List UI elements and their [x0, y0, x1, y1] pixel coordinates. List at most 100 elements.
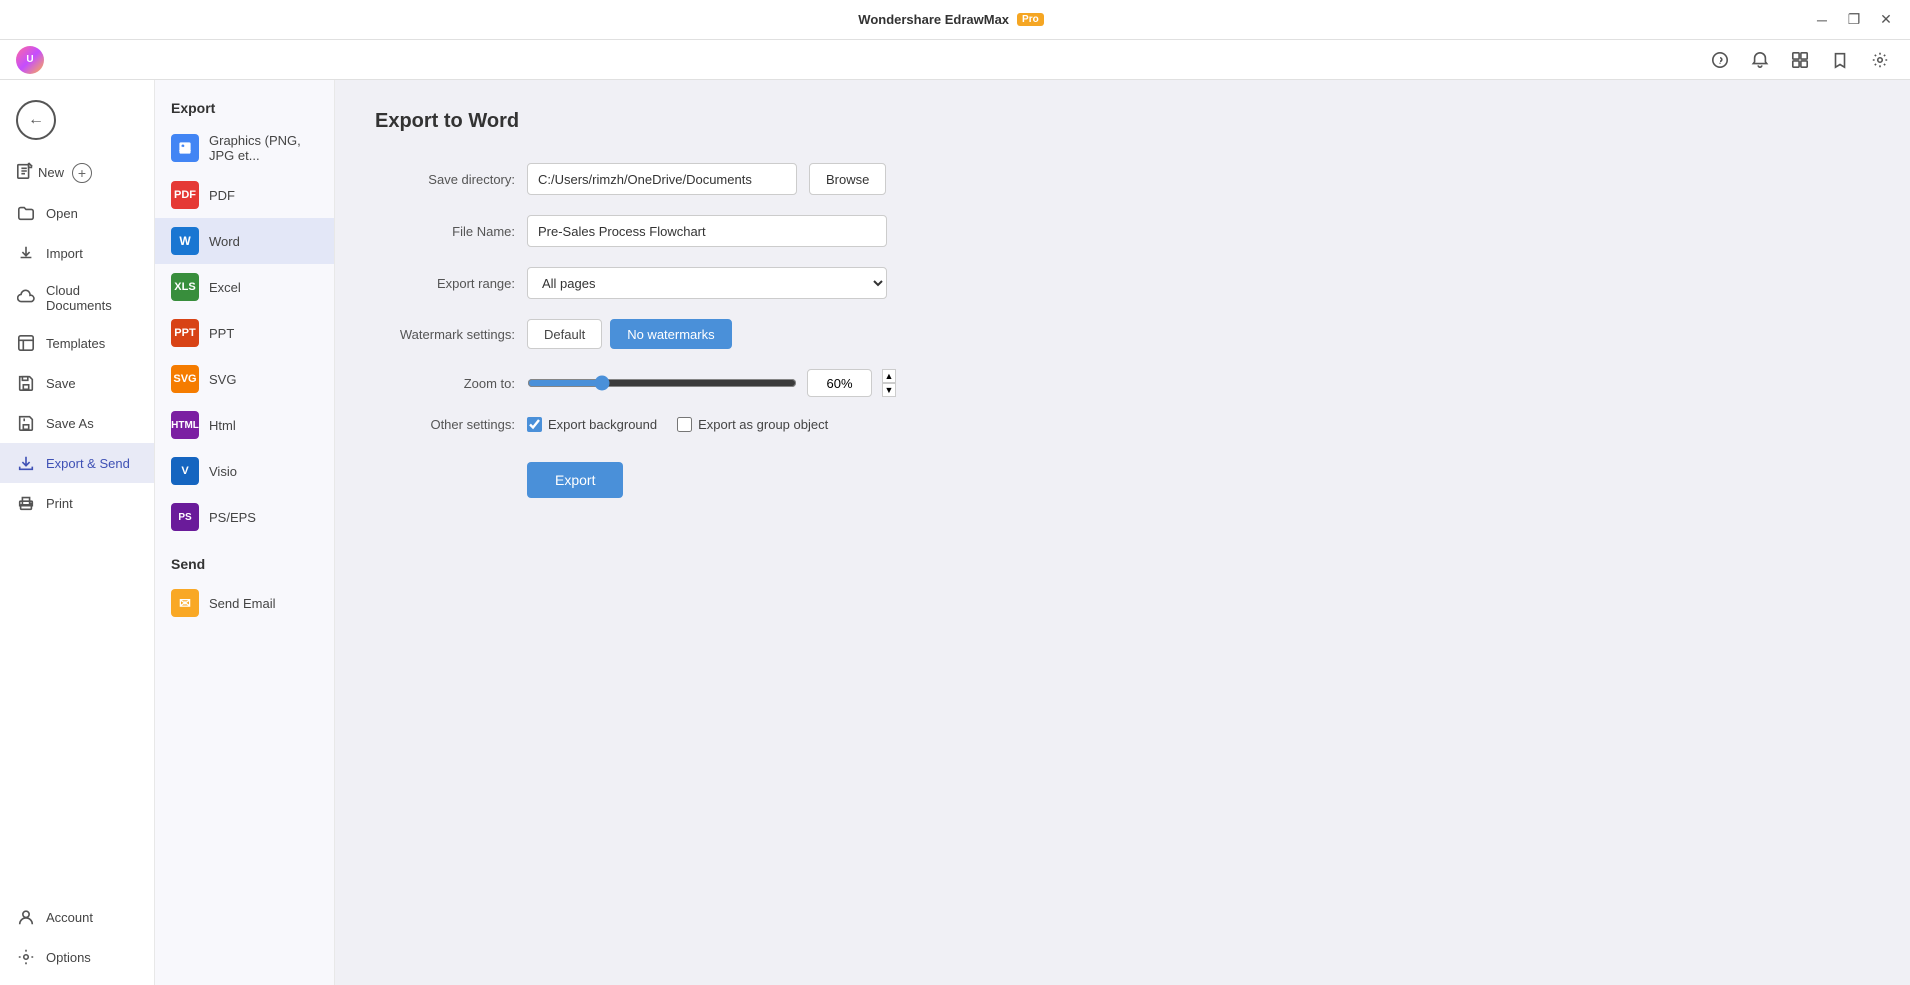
- other-settings-group: Export background Export as group object: [527, 417, 828, 432]
- browse-button[interactable]: Browse: [809, 163, 886, 195]
- new-icon: [16, 162, 34, 183]
- sidebar-item-options[interactable]: Options: [0, 937, 154, 977]
- word-icon: W: [171, 227, 199, 255]
- export-item-excel[interactable]: XLS Excel: [155, 264, 334, 310]
- export-background-label[interactable]: Export background: [527, 417, 657, 432]
- save-directory-label: Save directory:: [375, 172, 515, 187]
- html-icon: HTML: [171, 411, 199, 439]
- export-button[interactable]: Export: [527, 462, 623, 498]
- sidebar-item-saveas-label: Save As: [46, 416, 94, 431]
- export-background-checkbox[interactable]: [527, 417, 542, 432]
- back-button[interactable]: ←: [16, 100, 56, 140]
- export-item-svg[interactable]: SVG SVG: [155, 356, 334, 402]
- file-name-input[interactable]: [527, 215, 887, 247]
- settings-icon-button[interactable]: [1866, 46, 1894, 74]
- layout-icon-button[interactable]: [1786, 46, 1814, 74]
- sidebar-item-cloud-label: Cloud Documents: [46, 283, 138, 313]
- export-item-word[interactable]: W Word: [155, 218, 334, 264]
- zoom-controls: ▲ ▼: [527, 369, 896, 397]
- sidebar-item-account[interactable]: Account: [0, 897, 154, 937]
- middle-panel: Export Graphics (PNG, JPG et... PDF PDF …: [155, 80, 335, 985]
- export-group-text: Export as group object: [698, 417, 828, 432]
- export-item-html-label: Html: [209, 418, 236, 433]
- file-name-label: File Name:: [375, 224, 515, 239]
- other-settings-row: Other settings: Export background Export…: [375, 417, 1870, 432]
- export-item-ps[interactable]: PS PS/EPS: [155, 494, 334, 540]
- export-range-select[interactable]: All pages Current page Selected pages: [527, 267, 887, 299]
- export-form: Save directory: Browse File Name: Export…: [375, 163, 1870, 498]
- settings-icon: [1871, 51, 1889, 69]
- export-item-visio-label: Visio: [209, 464, 237, 479]
- bookmark-icon-button[interactable]: [1826, 46, 1854, 74]
- help-icon-button[interactable]: [1706, 46, 1734, 74]
- notification-icon: [1751, 51, 1769, 69]
- titlebar: Wondershare EdrawMax Pro ─ ❐ ✕: [0, 0, 1910, 40]
- export-group-label[interactable]: Export as group object: [677, 417, 828, 432]
- sidebar-item-save[interactable]: Save: [0, 363, 154, 403]
- zoom-down-button[interactable]: ▼: [882, 383, 896, 397]
- account-icon: [16, 907, 36, 927]
- layout-icon: [1791, 51, 1809, 69]
- export-item-ps-label: PS/EPS: [209, 510, 256, 525]
- export-item-graphics[interactable]: Graphics (PNG, JPG et...: [155, 124, 334, 172]
- main-content: Export to Word Save directory: Browse Fi…: [335, 80, 1910, 985]
- new-plus-button[interactable]: +: [72, 163, 92, 183]
- help-icon: [1711, 51, 1729, 69]
- export-group-checkbox[interactable]: [677, 417, 692, 432]
- export-item-ppt[interactable]: PPT PPT: [155, 310, 334, 356]
- sidebar-bottom: Account Options: [0, 897, 154, 977]
- export-background-text: Export background: [548, 417, 657, 432]
- save-directory-input[interactable]: [527, 163, 797, 195]
- sidebar-item-export[interactable]: Export & Send: [0, 443, 154, 483]
- close-button[interactable]: ✕: [1874, 8, 1898, 32]
- excel-icon: XLS: [171, 273, 199, 301]
- sidebar-item-templates[interactable]: Templates: [0, 323, 154, 363]
- send-section-title: Send: [155, 540, 334, 580]
- sidebar-item-print[interactable]: Print: [0, 483, 154, 523]
- export-item-excel-label: Excel: [209, 280, 241, 295]
- zoom-slider[interactable]: [527, 375, 797, 391]
- zoom-input[interactable]: [807, 369, 872, 397]
- main-layout: ← New + Open Import: [0, 80, 1910, 985]
- avatar[interactable]: U: [16, 46, 44, 74]
- sidebar-item-options-label: Options: [46, 950, 91, 965]
- sidebar-item-print-label: Print: [46, 496, 73, 511]
- sidebar-item-new-label: New: [38, 165, 64, 180]
- watermark-default-button[interactable]: Default: [527, 319, 602, 349]
- sidebar-item-import[interactable]: Import: [0, 233, 154, 273]
- minimize-button[interactable]: ─: [1810, 8, 1834, 32]
- export-item-ppt-label: PPT: [209, 326, 234, 341]
- sidebar-item-open-label: Open: [46, 206, 78, 221]
- save-icon: [16, 373, 36, 393]
- watermark-group: Default No watermarks: [527, 319, 732, 349]
- sidebar-item-new[interactable]: New +: [0, 152, 154, 193]
- notification-icon-button[interactable]: [1746, 46, 1774, 74]
- open-icon: [16, 203, 36, 223]
- export-item-email[interactable]: ✉ Send Email: [155, 580, 334, 626]
- saveas-icon: [16, 413, 36, 433]
- ps-icon: PS: [171, 503, 199, 531]
- export-range-label: Export range:: [375, 276, 515, 291]
- ppt-icon: PPT: [171, 319, 199, 347]
- sidebar-item-cloud[interactable]: Cloud Documents: [0, 273, 154, 323]
- import-icon: [16, 243, 36, 263]
- print-icon: [16, 493, 36, 513]
- page-title: Export to Word: [375, 110, 1870, 133]
- sidebar-item-templates-label: Templates: [46, 336, 105, 351]
- export-item-visio[interactable]: V Visio: [155, 448, 334, 494]
- sidebar-item-account-label: Account: [46, 910, 93, 925]
- sidebar-item-saveas[interactable]: Save As: [0, 403, 154, 443]
- restore-button[interactable]: ❐: [1842, 8, 1866, 32]
- bookmark-icon: [1831, 51, 1849, 69]
- sidebar-item-open[interactable]: Open: [0, 193, 154, 233]
- pro-badge: Pro: [1017, 13, 1044, 26]
- export-item-html[interactable]: HTML Html: [155, 402, 334, 448]
- export-item-pdf[interactable]: PDF PDF: [155, 172, 334, 218]
- email-icon: ✉: [171, 589, 199, 617]
- export-icon: [16, 453, 36, 473]
- watermark-no-button[interactable]: No watermarks: [610, 319, 731, 349]
- export-item-graphics-label: Graphics (PNG, JPG et...: [209, 133, 318, 163]
- sidebar-item-save-label: Save: [46, 376, 76, 391]
- file-name-row: File Name:: [375, 215, 1870, 247]
- zoom-up-button[interactable]: ▲: [882, 369, 896, 383]
